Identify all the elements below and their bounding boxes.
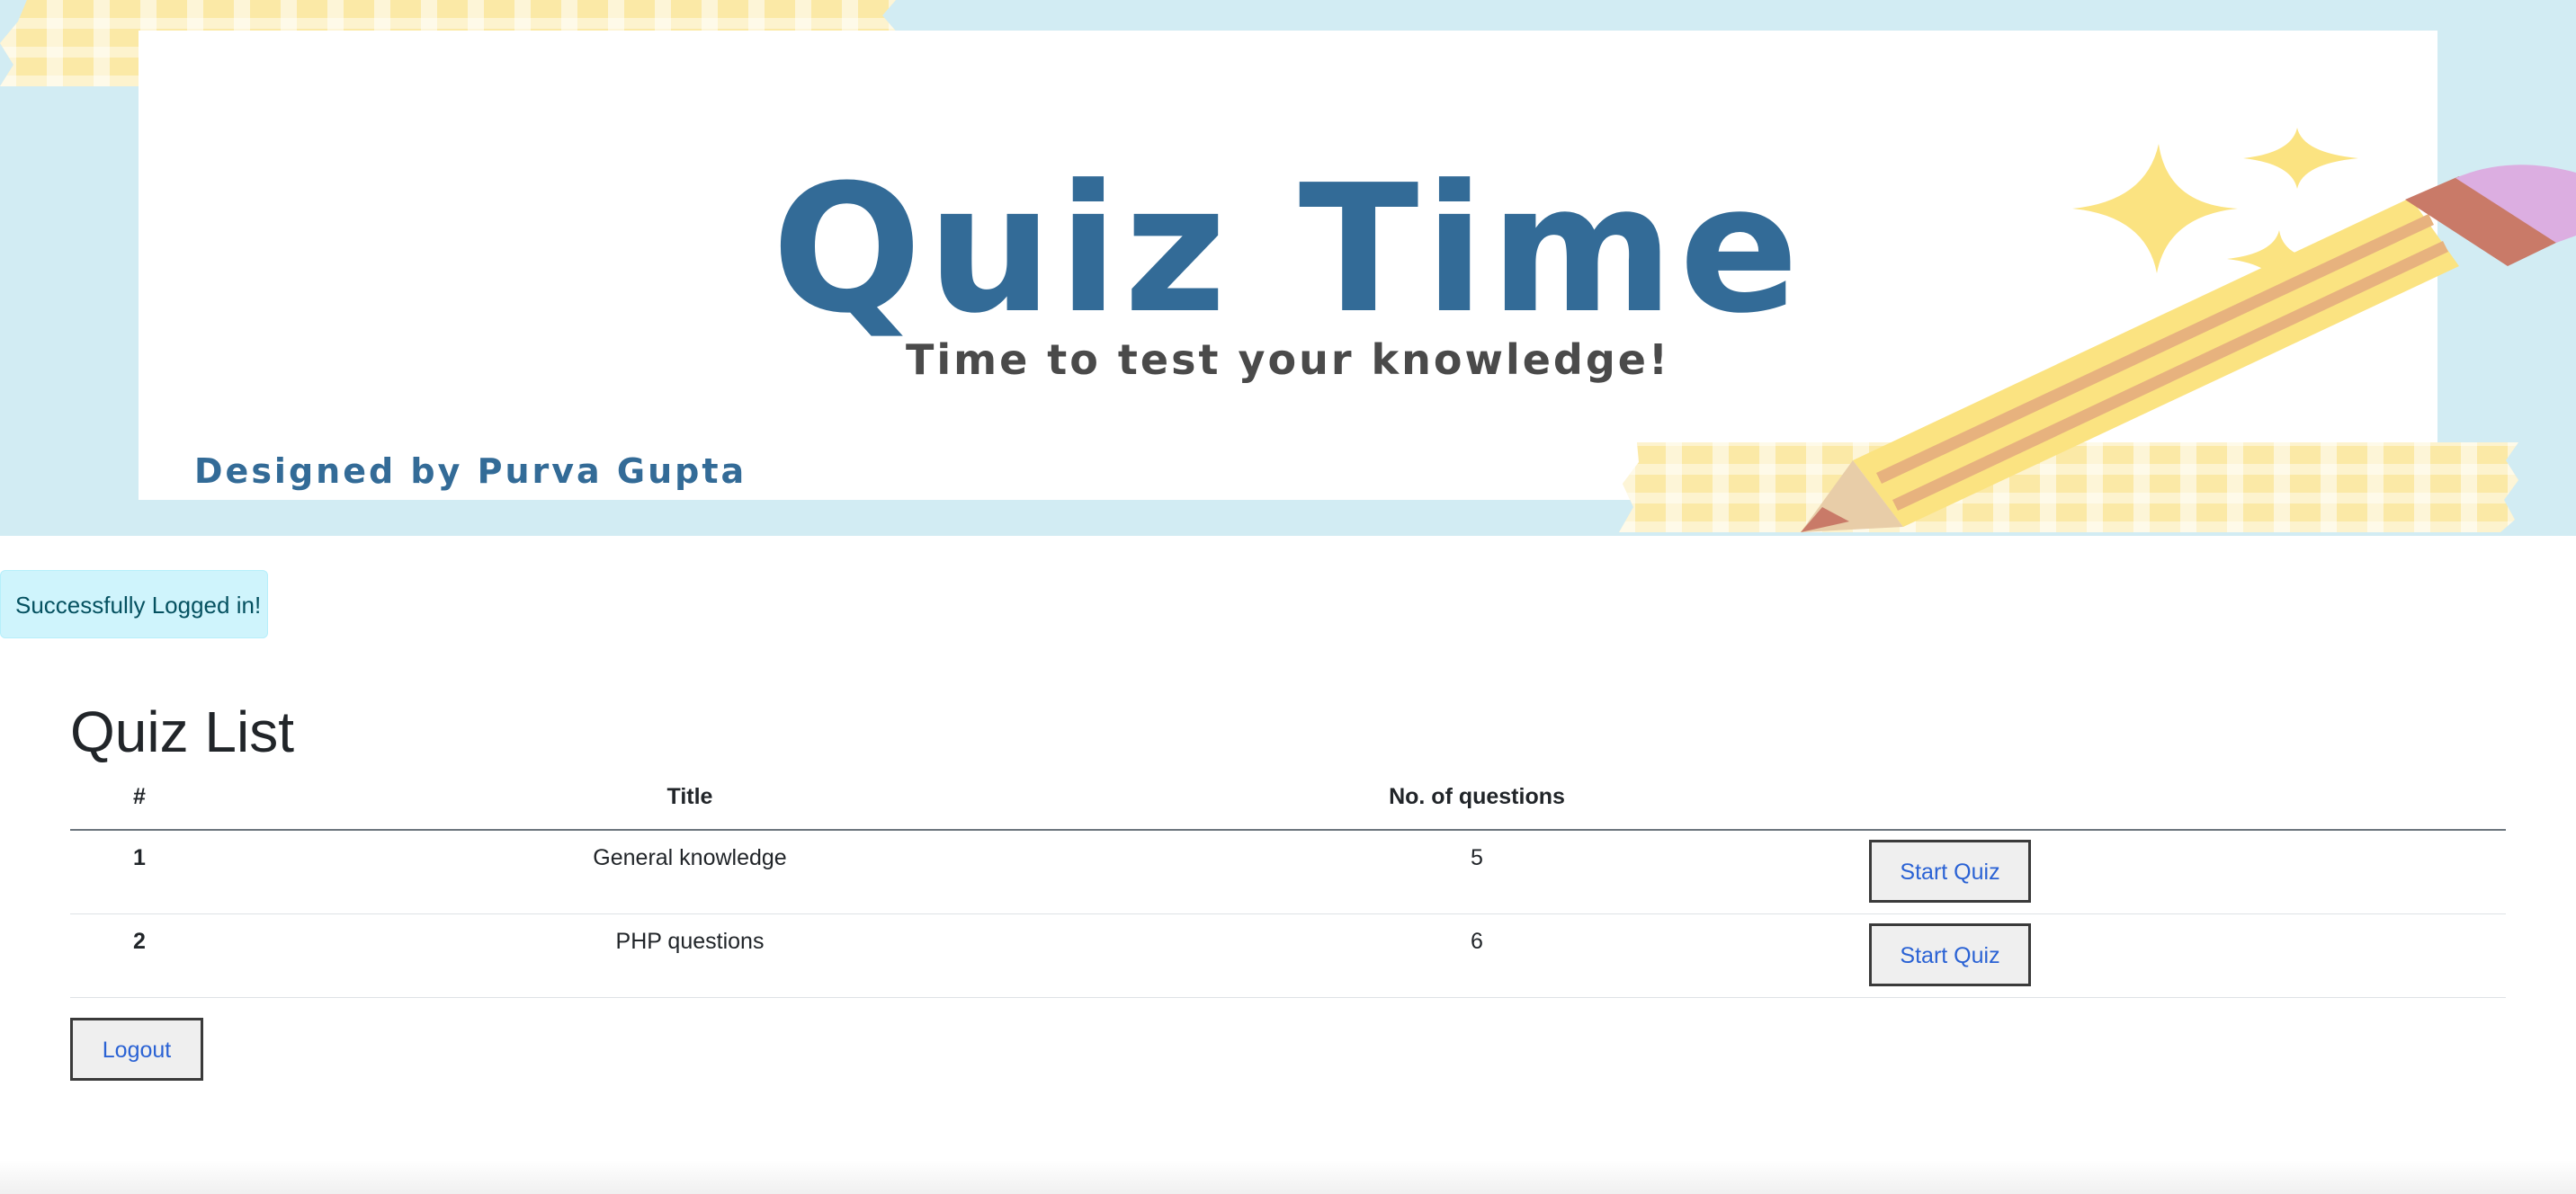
start-quiz-button[interactable]: Start Quiz <box>1869 840 2031 903</box>
page-title: Quiz List <box>70 699 294 764</box>
success-alert: Successfully Logged in! <box>0 570 268 638</box>
quiz-number: 1 <box>133 845 146 870</box>
quiz-number: 2 <box>133 929 146 954</box>
column-header-action <box>1783 777 2506 831</box>
quiz-question-count: 6 <box>1471 929 1483 954</box>
quiz-action-cell: Start Quiz <box>1783 830 2506 914</box>
column-header-question-count: No. of questions <box>1171 777 1783 831</box>
column-header-number: # <box>70 777 209 831</box>
table-header-row: # Title No. of questions <box>70 777 2506 831</box>
quiz-title: General knowledge <box>593 845 787 870</box>
table-row: 2 PHP questions 6 Start Quiz <box>70 913 2506 998</box>
bottom-shadow <box>0 1160 2576 1194</box>
quiz-question-count: 5 <box>1471 845 1483 870</box>
quiz-number-cell: 1 <box>70 830 209 914</box>
start-quiz-button[interactable]: Start Quiz <box>1869 923 2031 986</box>
banner-credit: Designed by Purva Gupta <box>194 451 747 491</box>
banner-subtitle: Time to test your knowledge! <box>906 335 1670 384</box>
quiz-number-cell: 2 <box>70 913 209 998</box>
table-row: 1 General knowledge 5 Start Quiz <box>70 830 2506 914</box>
quiz-question-count-cell: 6 <box>1171 913 1783 998</box>
quiz-action-cell: Start Quiz <box>1783 913 2506 998</box>
column-header-title: Title <box>209 777 1171 831</box>
quiz-title-cell: PHP questions <box>209 913 1171 998</box>
quiz-table: # Title No. of questions 1 General knowl… <box>70 777 2506 998</box>
banner: Quiz Time Time to test your knowledge! D… <box>0 0 2576 536</box>
quiz-title: PHP questions <box>615 929 765 954</box>
banner-title: Quiz Time <box>772 147 1804 352</box>
quiz-question-count-cell: 5 <box>1171 830 1783 914</box>
quiz-title-cell: General knowledge <box>209 830 1171 914</box>
logout-button[interactable]: Logout <box>70 1018 203 1081</box>
